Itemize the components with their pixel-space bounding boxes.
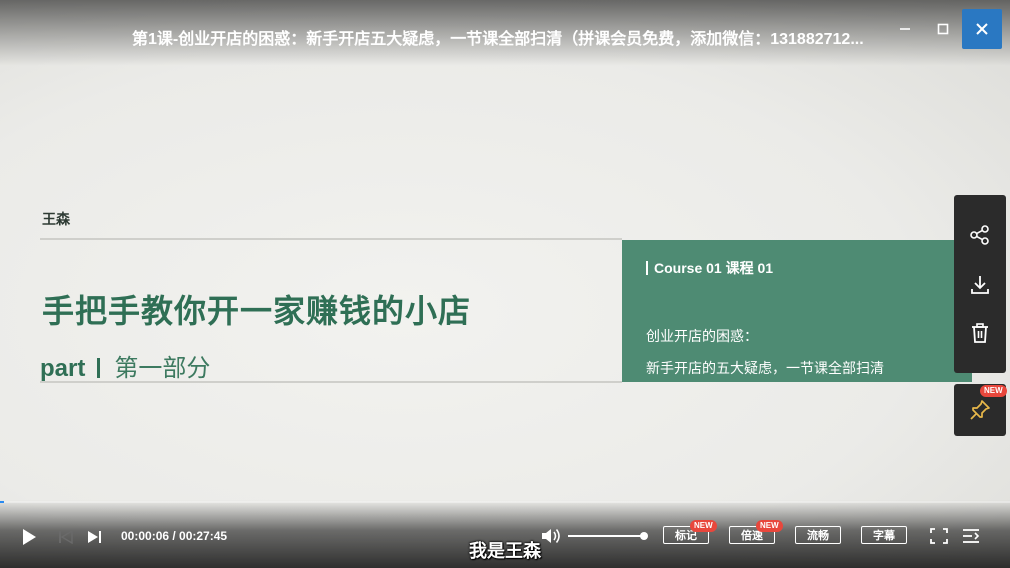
course-line-1: 创业开店的困惑： (646, 328, 758, 344)
maximize-button[interactable] (928, 14, 958, 44)
side-action-panel (954, 195, 1006, 373)
progress-bar[interactable] (0, 501, 1010, 503)
slide-divider-bottom (40, 381, 622, 383)
minimize-icon (900, 28, 910, 30)
minimize-button[interactable] (890, 14, 920, 44)
slide-author: 王森 (42, 211, 70, 227)
slide-main-title: 手把手教你开一家赚钱的小店 (42, 293, 472, 329)
slide-course-box: Course 01 课程 01 创业开店的困惑： 新手开店的五大疑虑，一节课全部… (622, 240, 972, 382)
slide-part-label: part 第一部分 (40, 348, 210, 383)
quality-button[interactable]: 流畅 (795, 526, 841, 544)
captions-button[interactable]: 字幕 (861, 526, 907, 544)
volume-fill (568, 535, 644, 537)
volume-knob[interactable] (640, 532, 648, 540)
fullscreen-button[interactable] (928, 526, 950, 546)
pin-button[interactable]: NEW (954, 384, 1007, 436)
share-button[interactable] (954, 215, 1006, 255)
delete-button[interactable] (954, 313, 1006, 353)
course-heading-text: Course 01 课程 01 (654, 260, 774, 276)
playlist-icon (963, 529, 980, 543)
close-button[interactable] (962, 9, 1002, 49)
share-icon (970, 225, 989, 245)
progress-fill (0, 501, 4, 503)
slide-part-cn: 第一部分 (114, 355, 211, 382)
download-button[interactable] (954, 265, 1006, 305)
slide-divider-top (40, 238, 622, 240)
close-icon (976, 23, 988, 35)
title-bar: 第1课-创业开店的困惑：新手开店五大疑虑，一节课全部扫清（拼课会员免费，添加微信… (0, 0, 1010, 66)
volume-slider[interactable] (568, 532, 648, 540)
course-heading-bar (646, 261, 648, 275)
mark-new-badge: NEW (690, 520, 717, 532)
video-frame[interactable]: 王森 手把手教你开一家赚钱的小店 part 第一部分 Course 01 课程 0… (0, 0, 1010, 568)
slide-part-en: part (40, 355, 86, 382)
course-line-2: 新手开店的五大疑虑，一节课全部扫清 (646, 360, 884, 376)
course-heading: Course 01 课程 01 (646, 258, 773, 278)
playlist-button[interactable] (960, 526, 982, 546)
download-icon (971, 276, 989, 294)
trash-icon (972, 323, 988, 343)
window-title: 第1课-创业开店的困惑：新手开店五大疑虑，一节课全部扫清（拼课会员免费，添加微信… (132, 31, 864, 48)
captions-button-label: 字幕 (873, 530, 895, 542)
pin-icon (970, 400, 990, 420)
volume-icon (542, 529, 560, 543)
subtitle-text: 我是王森 (469, 541, 541, 561)
fullscreen-icon (930, 528, 948, 544)
speed-new-badge: NEW (756, 520, 783, 532)
quality-button-label: 流畅 (807, 530, 829, 542)
pin-new-badge: NEW (980, 385, 1007, 397)
slide-part-bar (97, 358, 101, 378)
maximize-icon (937, 23, 949, 35)
volume-button[interactable] (540, 525, 564, 547)
